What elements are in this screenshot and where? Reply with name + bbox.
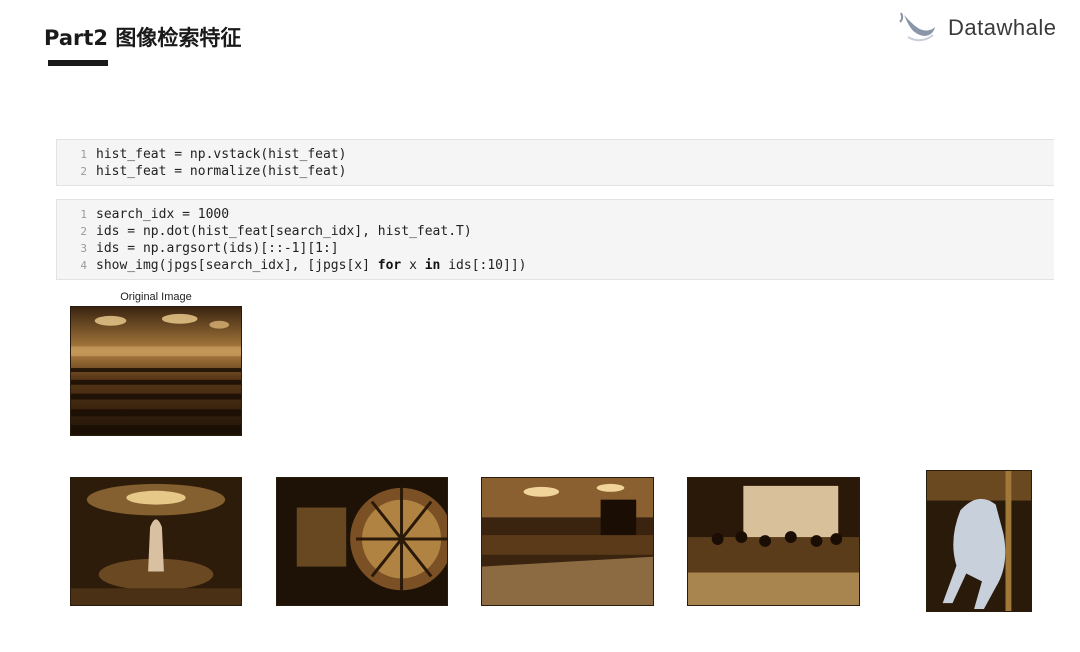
result-image-2 — [276, 477, 448, 606]
code-segment: show_img(jpgs[search_idx], [jpgs[x] — [96, 258, 378, 273]
code-segment: ids[:10]]) — [440, 258, 527, 273]
line-number: 3 — [80, 242, 87, 255]
code-text: hist_feat = normalize(hist_feat) — [96, 164, 347, 179]
line-number: 4 — [80, 259, 87, 272]
whale-logo-icon — [899, 12, 935, 42]
title-underline — [48, 60, 108, 66]
code-text: show_img(jpgs[search_idx], [jpgs[x] for … — [96, 257, 526, 274]
code-text: hist_feat = np.vstack(hist_feat) — [96, 147, 347, 162]
brand-logo: Datawhale — [898, 8, 1056, 48]
keyword-for: for — [377, 258, 402, 273]
result-image-3 — [481, 477, 654, 606]
code-text: ids = np.argsort(ids)[::-1][1:] — [96, 241, 339, 256]
code-cell-1[interactable]: 1 hist_feat = np.vstack(hist_feat) 2 hist_… — [56, 139, 1054, 186]
code-line: 4 show_img(jpgs[search_idx], [jpgs[x] for… — [57, 257, 1054, 274]
line-number: 2 — [80, 225, 87, 238]
line-number: 1 — [80, 208, 87, 221]
original-image-label: Original Image — [120, 291, 192, 303]
code-text: search_idx = 1000 — [96, 207, 230, 222]
original-image — [70, 306, 242, 436]
code-line: 2 ids = np.dot(hist_feat[search_idx], his… — [57, 223, 1054, 240]
result-image-4 — [687, 477, 860, 606]
code-cell-2[interactable]: 1 search_idx = 1000 2 ids = np.dot(hist_fe… — [56, 199, 1054, 280]
code-line: 3 ids = np.argsort(ids)[::-1][1:] — [57, 240, 1054, 257]
result-image-5 — [926, 470, 1032, 612]
code-text: ids = np.dot(hist_feat[search_idx], hist… — [96, 224, 472, 239]
brand-name: Datawhale — [948, 15, 1057, 40]
result-image-1 — [70, 477, 242, 606]
code-segment: x — [401, 258, 425, 273]
keyword-in: in — [424, 258, 441, 273]
line-number: 2 — [80, 165, 87, 178]
code-line: 1 search_idx = 1000 — [57, 206, 1054, 223]
slide-title: Part2 图像检索特征 — [44, 26, 242, 50]
code-line: 1 hist_feat = np.vstack(hist_feat) — [57, 146, 1054, 163]
line-number: 1 — [80, 148, 87, 161]
code-line: 2 hist_feat = normalize(hist_feat) — [57, 163, 1054, 180]
